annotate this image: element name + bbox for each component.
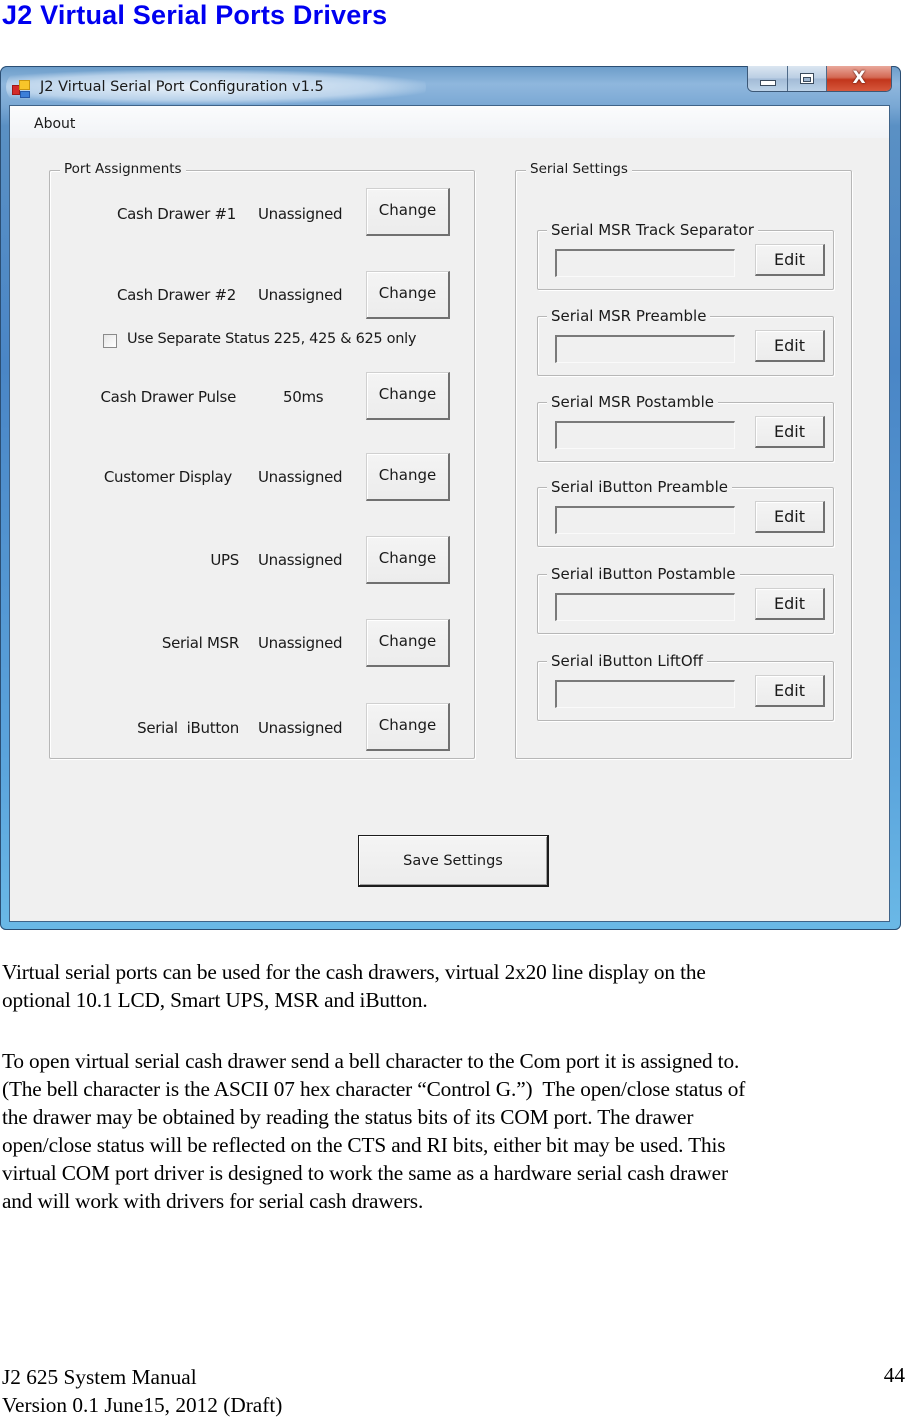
close-button[interactable]: X: [827, 66, 891, 91]
page-number: 44: [883, 1363, 905, 1387]
save-settings-button[interactable]: Save Settings: [358, 835, 549, 887]
app-icon: [12, 80, 30, 98]
port-label-cash-drawer-1: Cash Drawer #1: [116, 205, 236, 223]
separate-status-checkbox[interactable]: [103, 334, 117, 348]
port-label-cash-drawer-2: Cash Drawer #2: [116, 286, 236, 304]
paragraph-line: the drawer may be obtained by reading th…: [2, 1105, 694, 1129]
ibutton-preamble-group: Serial iButton Preamble Edit: [537, 478, 834, 547]
port-value-cash-drawer-2: Unassigned: [258, 286, 343, 304]
ibutton-liftoff-field[interactable]: [555, 680, 735, 708]
minimize-button[interactable]: [748, 66, 788, 91]
port-value-cash-drawer-1: Unassigned: [258, 205, 343, 223]
window-titlebar[interactable]: J2 Virtual Serial Port Configuration v1.…: [0, 66, 901, 106]
paragraph-line: open/close status will be reflected on t…: [2, 1133, 726, 1157]
ibutton-preamble-legend: Serial iButton Preamble: [547, 478, 732, 496]
separate-status-label[interactable]: Use Separate Status 225, 425 & 625 only: [127, 331, 416, 347]
edit-ibutton-postamble-button[interactable]: Edit: [755, 588, 825, 620]
paragraph-line: optional 10.1 LCD, Smart UPS, MSR and iB…: [2, 988, 428, 1012]
port-value-serial-msr: Unassigned: [258, 634, 343, 652]
edit-msr-postamble-button[interactable]: Edit: [755, 416, 825, 448]
port-label-cash-drawer-pulse: Cash Drawer Pulse: [100, 388, 237, 406]
edit-ibutton-preamble-button[interactable]: Edit: [755, 501, 825, 533]
msr-postamble-group: Serial MSR Postamble Edit: [537, 393, 834, 462]
edit-msr-preamble-button[interactable]: Edit: [755, 330, 825, 362]
paragraph-line: virtual COM port driver is designed to w…: [2, 1161, 728, 1185]
ibutton-postamble-legend: Serial iButton Postamble: [547, 565, 740, 583]
change-serial-ibutton-button[interactable]: Change: [366, 703, 450, 751]
paragraph-cash-drawer: To open virtual serial cash drawer send …: [2, 1047, 907, 1215]
port-value-serial-ibutton: Unassigned: [258, 719, 343, 737]
paragraph-line: and will work with drivers for serial ca…: [2, 1189, 424, 1213]
port-value-customer-display: Unassigned: [258, 468, 343, 486]
port-label-ups: UPS: [210, 551, 239, 569]
ibutton-liftoff-legend: Serial iButton LiftOff: [547, 652, 707, 670]
document-title: J2 Virtual Serial Ports Drivers: [2, 0, 388, 30]
port-assignments-legend: Port Assignments: [60, 161, 186, 177]
edit-ibutton-liftoff-button[interactable]: Edit: [755, 675, 825, 707]
paragraph-line: Virtual serial ports can be used for the…: [2, 960, 706, 984]
footer-manual-title: J2 625 System Manual: [2, 1365, 197, 1389]
port-label-serial-msr: Serial MSR: [161, 634, 239, 652]
ibutton-postamble-field[interactable]: [555, 593, 735, 621]
menu-bar: About: [10, 106, 889, 138]
serial-settings-group: Serial Settings Serial MSR Track Separat…: [515, 161, 852, 759]
msr-preamble-group: Serial MSR Preamble Edit: [537, 307, 834, 376]
caption-buttons: X: [747, 66, 892, 92]
window-client-area: About Port Assignments Cash Drawer #1 Un…: [9, 105, 890, 922]
change-customer-display-button[interactable]: Change: [366, 453, 450, 501]
msr-preamble-legend: Serial MSR Preamble: [547, 307, 711, 325]
change-cash-drawer-1-button[interactable]: Change: [366, 188, 450, 236]
serial-settings-legend: Serial Settings: [526, 161, 632, 177]
change-serial-msr-button[interactable]: Change: [366, 619, 450, 667]
msr-postamble-legend: Serial MSR Postamble: [547, 393, 718, 411]
msr-preamble-field[interactable]: [555, 335, 735, 363]
paragraph-intro: Virtual serial ports can be used for the…: [2, 958, 907, 1014]
window-title: J2 Virtual Serial Port Configuration v1.…: [40, 79, 324, 95]
edit-msr-track-separator-button[interactable]: Edit: [755, 244, 825, 276]
port-value-ups: Unassigned: [258, 551, 343, 569]
msr-track-separator-field[interactable]: [555, 249, 735, 277]
ibutton-liftoff-group: Serial iButton LiftOff Edit: [537, 652, 834, 721]
msr-track-separator-group: Serial MSR Track Separator Edit: [537, 221, 834, 290]
maximize-icon: [800, 73, 814, 84]
change-ups-button[interactable]: Change: [366, 536, 450, 584]
ibutton-preamble-field[interactable]: [555, 506, 735, 534]
port-value-cash-drawer-pulse: 50ms: [283, 388, 324, 406]
maximize-button[interactable]: [788, 66, 827, 91]
page-footer: J2 625 System Manual Version 0.1 June15,…: [2, 1363, 282, 1419]
footer-version: Version 0.1 June15, 2012 (Draft): [2, 1393, 283, 1417]
minimize-icon: [759, 79, 776, 86]
port-assignments-group: Port Assignments Cash Drawer #1 Unassign…: [49, 161, 475, 759]
msr-track-separator-legend: Serial MSR Track Separator: [547, 221, 758, 239]
port-label-customer-display: Customer Display: [103, 468, 232, 486]
config-window: J2 Virtual Serial Port Configuration v1.…: [0, 66, 901, 930]
change-cash-drawer-2-button[interactable]: Change: [366, 271, 450, 319]
close-icon: X: [852, 67, 866, 88]
menu-item-about[interactable]: About: [34, 116, 75, 132]
port-label-serial-ibutton: Serial iButton: [137, 719, 239, 737]
change-cash-drawer-pulse-button[interactable]: Change: [366, 372, 450, 420]
paragraph-line: (The bell character is the ASCII 07 hex …: [2, 1077, 746, 1101]
ibutton-postamble-group: Serial iButton Postamble Edit: [537, 565, 834, 634]
paragraph-line: To open virtual serial cash drawer send …: [2, 1049, 740, 1073]
msr-postamble-field[interactable]: [555, 421, 735, 449]
